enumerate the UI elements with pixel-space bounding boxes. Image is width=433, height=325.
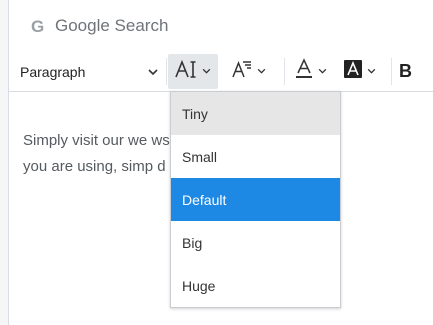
font-size-option-default[interactable]: Default (171, 178, 340, 221)
font-family-button[interactable] (228, 54, 274, 89)
search-label[interactable]: Google Search (55, 16, 168, 36)
background-color-icon (343, 59, 363, 84)
google-g-icon: G (31, 17, 45, 36)
font-size-option-huge[interactable]: Huge (171, 264, 340, 307)
bold-button[interactable]: B (397, 54, 427, 89)
option-label: Huge (182, 277, 216, 294)
bold-label: B (399, 61, 412, 81)
option-label: Big (182, 234, 203, 251)
search-bar[interactable]: G Google Search (9, 0, 433, 53)
font-color-button[interactable] (292, 54, 336, 89)
font-family-icon (231, 59, 253, 84)
chevron-down-icon (201, 63, 212, 81)
font-size-dropdown: Tiny Small Default Big Huge (170, 91, 341, 308)
background-color-button[interactable] (341, 54, 386, 89)
paragraph-format-select[interactable]: Paragraph (9, 54, 164, 89)
font-size-icon (174, 59, 198, 84)
chevron-down-icon (366, 63, 377, 81)
font-size-button[interactable] (168, 54, 218, 89)
font-color-icon (294, 58, 314, 85)
editor-frame: G Google Search Paragraph B Simply visit… (8, 0, 433, 325)
option-label: Small (182, 148, 218, 165)
toolbar-divider (391, 58, 392, 85)
chevron-down-icon (256, 63, 267, 81)
chevron-down-icon (317, 63, 328, 81)
paragraph-label: Paragraph (20, 63, 86, 80)
toolbar-divider (166, 58, 167, 85)
toolbar-divider (284, 58, 285, 85)
chevron-down-icon (147, 65, 159, 83)
font-size-option-tiny[interactable]: Tiny (171, 92, 340, 135)
option-label: Default (182, 191, 227, 208)
font-size-option-big[interactable]: Big (171, 221, 340, 264)
font-size-option-small[interactable]: Small (171, 135, 340, 178)
editor-toolbar: Paragraph B (9, 52, 433, 92)
option-label: Tiny (182, 105, 208, 122)
